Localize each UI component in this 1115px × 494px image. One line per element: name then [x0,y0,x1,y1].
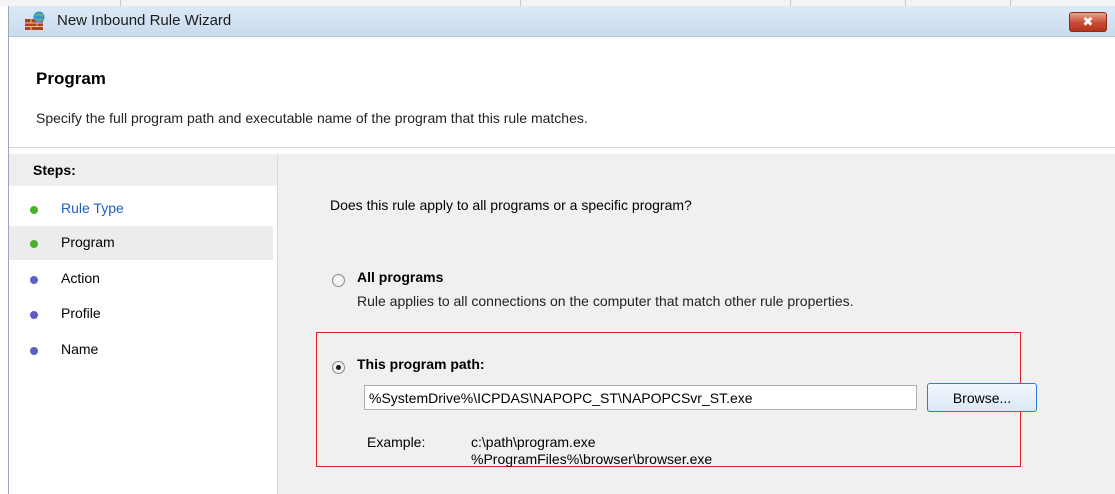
step-status-icon [30,347,38,355]
program-path-label[interactable]: This program path: [357,356,485,372]
wizard-window: New Inbound Rule Wizard ✖ Program Specif… [9,6,1115,494]
step-status-icon [30,240,38,248]
content-panel: Does this rule apply to all programs or … [278,154,1115,494]
background-window-edge [0,6,9,494]
example-line: c:\path\program.exe [471,434,596,450]
step-name[interactable]: Name [9,333,273,367]
step-profile[interactable]: Profile [9,297,273,331]
step-label: Rule Type [61,200,124,216]
question-text: Does this rule apply to all programs or … [330,197,692,213]
step-status-icon [30,276,38,284]
title-bar: New Inbound Rule Wizard ✖ [9,6,1115,37]
close-button[interactable]: ✖ [1069,12,1107,32]
steps-panel: Steps: Rule Type Program Action Profile … [9,154,278,494]
page-description: Specify the full program path and execut… [36,110,588,126]
page-title: Program [36,69,106,88]
firewall-icon [24,11,46,31]
program-path-input[interactable] [364,385,917,410]
step-status-icon [30,206,38,214]
close-icon: ✖ [1082,14,1094,29]
all-programs-radio[interactable] [332,274,345,287]
radio-selected-dot [336,365,341,370]
steps-title: Steps: [33,162,76,178]
steps-header: Steps: [9,154,277,186]
step-status-icon [30,311,38,319]
page-header: Program Specify the full program path an… [9,37,1115,148]
step-label: Program [61,234,115,250]
browse-button[interactable]: Browse... [927,383,1037,412]
all-programs-description: Rule applies to all connections on the c… [357,293,854,309]
window-title: New Inbound Rule Wizard [57,12,232,29]
step-label: Action [61,270,100,286]
example-line: %ProgramFiles%\browser\browser.exe [471,451,713,467]
all-programs-label[interactable]: All programs [357,269,443,285]
step-rule-type[interactable]: Rule Type [9,192,273,226]
step-program[interactable]: Program [9,226,273,260]
step-label: Profile [61,305,101,321]
step-label: Name [61,341,99,357]
program-path-radio[interactable] [332,361,345,374]
example-label: Example: [367,434,426,450]
step-action[interactable]: Action [9,262,273,296]
